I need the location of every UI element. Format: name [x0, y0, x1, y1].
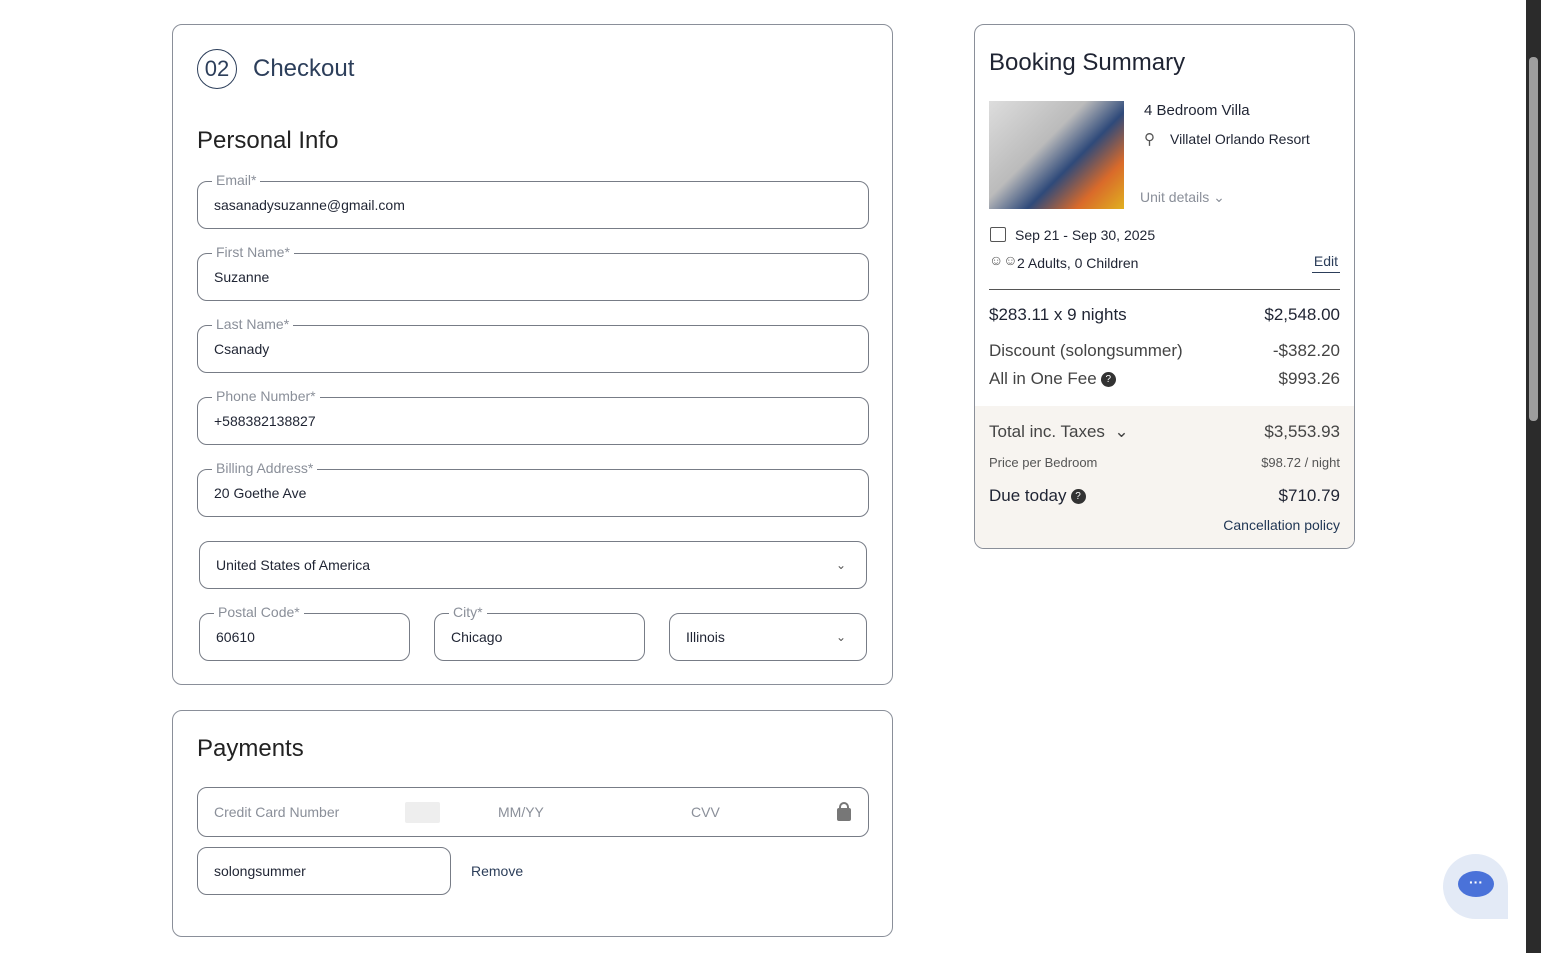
totals-panel: Total inc. Taxes ⌄ $3,553.93 Price per Be… [975, 406, 1354, 548]
checkout-card: 02 Checkout Personal Info Email* sasanady… [172, 24, 893, 685]
city-label: City* [449, 604, 487, 620]
cvv-input[interactable]: CVV [691, 804, 720, 820]
total-row[interactable]: Total inc. Taxes ⌄ $3,553.93 [989, 422, 1340, 442]
expiry-input[interactable]: MM/YY [498, 804, 544, 820]
last-name-value: Csanady [214, 341, 270, 357]
guests: 2 Adults, 0 Children [1017, 255, 1139, 271]
billing-address-value: 20 Goethe Ave [214, 485, 307, 501]
summary-title: Booking Summary [989, 49, 1186, 76]
location-name: Villatel Orlando Resort [1170, 131, 1310, 147]
unit-details-toggle[interactable]: Unit details ⌄ [1140, 189, 1225, 206]
guests-icon: ☺☺ [989, 252, 1018, 268]
country-select[interactable]: United States of America ⌄ [199, 541, 867, 589]
email-value: sasanadysuzanne@gmail.com [214, 197, 405, 213]
checkout-step: 02 Checkout [197, 49, 354, 89]
edit-link[interactable]: Edit [1311, 253, 1340, 273]
nights-value: $2,548.00 [1264, 305, 1340, 324]
divider [989, 289, 1340, 290]
payments-heading: Payments [197, 735, 304, 762]
nights-row: $283.11 x 9 nights $2,548.00 [989, 305, 1340, 325]
postal-value: 60610 [216, 629, 255, 645]
discount-row: Discount (solongsummer) -$382.20 [989, 341, 1340, 361]
chat-button[interactable]: ··· [1443, 854, 1508, 919]
payments-card: Payments Credit Card Number MM/YY CVV so… [172, 710, 893, 937]
scrollbar[interactable] [1526, 0, 1541, 953]
chevron-down-icon: ⌄ [1213, 189, 1225, 205]
chevron-down-icon: ⌄ [835, 558, 846, 572]
chat-icon: ··· [1458, 871, 1494, 897]
due-today-row: Due today? $710.79 [989, 486, 1340, 506]
per-bedroom-label: Price per Bedroom [989, 455, 1098, 470]
credit-card-icon [405, 802, 440, 823]
city-field[interactable]: City* Chicago [434, 604, 645, 661]
per-bedroom-row: Price per Bedroom $98.72 / night [989, 455, 1340, 470]
total-label: Total inc. Taxes [989, 422, 1105, 441]
card-number-input[interactable]: Credit Card Number [214, 804, 339, 820]
promo-code-field[interactable]: solongsummer [197, 847, 451, 895]
dates: Sep 21 - Sep 30, 2025 [1015, 227, 1156, 243]
phone-field[interactable]: Phone Number* +588382138827 [197, 388, 869, 445]
due-value: $710.79 [1278, 486, 1340, 505]
fee-label: All in One Fee [989, 369, 1097, 388]
postal-code-field[interactable]: Postal Code* 60610 [199, 604, 410, 661]
city-value: Chicago [451, 629, 503, 645]
location-icon: ⚲ [1144, 131, 1155, 148]
scrollbar-thumb[interactable] [1529, 57, 1538, 421]
chevron-down-icon: ⌄ [835, 630, 846, 644]
email-label: Email* [212, 172, 261, 188]
step-number: 02 [197, 49, 237, 89]
last-name-label: Last Name* [212, 316, 294, 332]
checkout-title: Checkout [253, 55, 355, 82]
help-icon[interactable]: ? [1070, 489, 1086, 505]
villa-photo [989, 101, 1124, 209]
unit-name: 4 Bedroom Villa [1144, 102, 1250, 119]
fee-value: $993.26 [1278, 369, 1340, 388]
chevron-down-icon: ⌄ [1114, 422, 1129, 441]
unit-details-label: Unit details [1140, 189, 1210, 205]
state-value: Illinois [686, 629, 725, 645]
postal-label: Postal Code* [214, 604, 304, 620]
fee-row: All in One Fee? $993.26 [989, 369, 1340, 389]
billing-address-label: Billing Address* [212, 460, 318, 476]
nights-label: $283.11 x 9 nights [989, 305, 1127, 324]
cancellation-policy-link[interactable]: Cancellation policy [1223, 517, 1340, 533]
phone-label: Phone Number* [212, 388, 320, 404]
lock-shackle [839, 802, 849, 812]
discount-label: Discount (solongsummer) [989, 341, 1183, 360]
first-name-label: First Name* [212, 244, 294, 260]
email-field[interactable]: Email* sasanadysuzanne@gmail.com [197, 172, 869, 229]
phone-value: +588382138827 [214, 413, 316, 429]
per-bedroom-value: $98.72 / night [1261, 455, 1340, 470]
last-name-field[interactable]: Last Name* Csanady [197, 316, 869, 373]
total-value: $3,553.93 [1264, 422, 1340, 441]
state-select[interactable]: Illinois ⌄ [669, 613, 867, 661]
remove-promo-link[interactable]: Remove [471, 863, 523, 879]
first-name-field[interactable]: First Name* Suzanne [197, 244, 869, 301]
country-value: United States of America [216, 557, 371, 573]
billing-address-field[interactable]: Billing Address* 20 Goethe Ave [197, 460, 869, 517]
personal-info-heading: Personal Info [197, 127, 339, 154]
help-icon[interactable]: ? [1100, 372, 1116, 388]
discount-value: -$382.20 [1272, 341, 1340, 360]
due-label: Due today [989, 486, 1067, 505]
first-name-value: Suzanne [214, 269, 270, 285]
card-input-group[interactable]: Credit Card Number MM/YY CVV [197, 787, 869, 837]
promo-value: solongsummer [214, 863, 306, 879]
booking-summary-card: Booking Summary 4 Bedroom Villa ⚲ Villat… [974, 24, 1355, 549]
calendar-icon [990, 227, 1006, 242]
